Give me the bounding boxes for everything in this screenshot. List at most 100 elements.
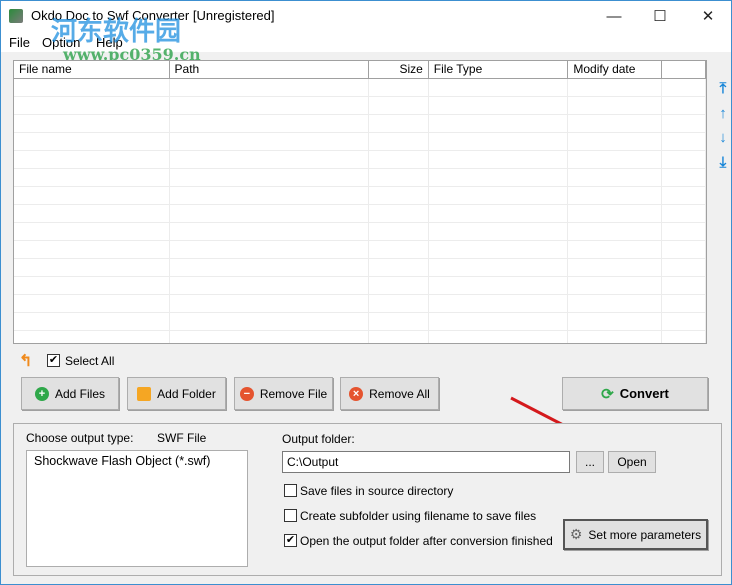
move-bottom-icon[interactable]: ⤓ bbox=[715, 155, 731, 171]
table-cell bbox=[429, 205, 569, 223]
table-cell bbox=[369, 151, 429, 169]
open-button[interactable]: Open bbox=[608, 451, 656, 473]
table-cell bbox=[170, 277, 369, 295]
output-type-item[interactable]: Shockwave Flash Object (*.swf) bbox=[27, 451, 247, 471]
table-cell bbox=[568, 277, 663, 295]
create-subfolder-label: Create subfolder using filename to save … bbox=[300, 509, 537, 523]
minimize-button[interactable]: — bbox=[591, 1, 637, 32]
select-all-checkbox[interactable]: ✔ bbox=[47, 354, 60, 367]
table-cell bbox=[170, 169, 369, 187]
col-file-type[interactable]: File Type bbox=[429, 61, 569, 79]
table-row bbox=[14, 205, 706, 223]
output-type-value: SWF File bbox=[157, 431, 207, 445]
maximize-button[interactable]: ☐ bbox=[637, 1, 683, 32]
move-top-icon[interactable]: ⤒ bbox=[715, 81, 731, 97]
table-cell bbox=[662, 151, 706, 169]
move-down-icon[interactable]: ↓ bbox=[715, 130, 731, 146]
table-cell bbox=[568, 187, 663, 205]
table-row bbox=[14, 79, 706, 97]
table-cell bbox=[14, 331, 170, 343]
table-cell bbox=[14, 187, 170, 205]
table-cell bbox=[662, 295, 706, 313]
table-cell bbox=[429, 115, 569, 133]
table-cell bbox=[429, 79, 569, 97]
table-cell bbox=[170, 223, 369, 241]
create-subfolder-checkbox[interactable] bbox=[284, 509, 297, 522]
table-cell bbox=[170, 97, 369, 115]
table-cell bbox=[568, 151, 663, 169]
output-type-list[interactable]: Shockwave Flash Object (*.swf) bbox=[26, 450, 248, 567]
table-cell bbox=[369, 313, 429, 331]
table-cell bbox=[369, 295, 429, 313]
col-empty bbox=[662, 61, 706, 79]
table-cell bbox=[369, 277, 429, 295]
save-in-source-checkbox[interactable] bbox=[284, 484, 297, 497]
menu-file[interactable]: File bbox=[9, 35, 30, 50]
table-cell bbox=[662, 79, 706, 97]
table-cell bbox=[429, 151, 569, 169]
table-cell bbox=[568, 295, 663, 313]
output-folder-input[interactable]: C:\Output bbox=[282, 451, 570, 473]
open-output-folder-checkbox[interactable]: ✔ bbox=[284, 534, 297, 547]
table-cell bbox=[14, 223, 170, 241]
file-table[interactable]: File name Path Size File Type Modify dat… bbox=[13, 60, 707, 344]
table-cell bbox=[568, 115, 663, 133]
table-row bbox=[14, 295, 706, 313]
table-cell bbox=[568, 259, 663, 277]
table-cell bbox=[369, 259, 429, 277]
table-cell bbox=[14, 205, 170, 223]
table-cell bbox=[568, 313, 663, 331]
table-row bbox=[14, 169, 706, 187]
convert-label: Convert bbox=[619, 386, 669, 401]
table-row bbox=[14, 241, 706, 259]
table-cell bbox=[568, 241, 663, 259]
table-cell bbox=[170, 79, 369, 97]
table-cell bbox=[369, 187, 429, 205]
table-cell bbox=[568, 169, 663, 187]
table-header: File name Path Size File Type Modify dat… bbox=[14, 61, 706, 79]
table-cell bbox=[429, 187, 569, 205]
add-folder-button[interactable]: Add Folder bbox=[127, 377, 226, 410]
table-row bbox=[14, 151, 706, 169]
table-cell bbox=[662, 133, 706, 151]
table-row bbox=[14, 259, 706, 277]
minus-icon: − bbox=[239, 386, 254, 401]
table-cell bbox=[369, 133, 429, 151]
up-level-icon[interactable]: ↰ bbox=[19, 351, 32, 371]
col-file-name[interactable]: File name bbox=[14, 61, 170, 79]
table-cell bbox=[170, 259, 369, 277]
table-cell bbox=[14, 97, 170, 115]
table-cell bbox=[662, 223, 706, 241]
browse-button[interactable]: ... bbox=[576, 451, 604, 473]
table-cell bbox=[429, 313, 569, 331]
table-cell bbox=[170, 151, 369, 169]
add-files-label: Add Files bbox=[54, 386, 106, 401]
table-row bbox=[14, 115, 706, 133]
select-all-label: Select All bbox=[65, 354, 115, 368]
table-cell bbox=[662, 115, 706, 133]
set-more-parameters-button[interactable]: ⚙ Set more parameters bbox=[563, 519, 708, 550]
add-files-button[interactable]: + Add Files bbox=[21, 377, 119, 410]
move-up-icon[interactable]: ↑ bbox=[715, 106, 731, 122]
col-modify-date[interactable]: Modify date bbox=[568, 61, 663, 79]
table-cell bbox=[14, 169, 170, 187]
table-row bbox=[14, 97, 706, 115]
table-cell bbox=[662, 331, 706, 343]
plus-icon: + bbox=[34, 386, 49, 401]
close-button[interactable]: ✕ bbox=[685, 1, 731, 32]
remove-all-button[interactable]: × Remove All bbox=[340, 377, 439, 410]
table-row bbox=[14, 277, 706, 295]
remove-file-button[interactable]: − Remove File bbox=[234, 377, 333, 410]
table-cell bbox=[14, 79, 170, 97]
gear-icon: ⚙ bbox=[569, 526, 583, 542]
table-cell bbox=[14, 115, 170, 133]
table-cell bbox=[14, 313, 170, 331]
table-cell bbox=[369, 115, 429, 133]
col-size[interactable]: Size bbox=[369, 61, 429, 79]
folder-icon bbox=[137, 386, 152, 401]
table-cell bbox=[170, 187, 369, 205]
col-path[interactable]: Path bbox=[170, 61, 369, 79]
table-cell bbox=[14, 277, 170, 295]
table-cell bbox=[369, 79, 429, 97]
table-cell bbox=[170, 133, 369, 151]
